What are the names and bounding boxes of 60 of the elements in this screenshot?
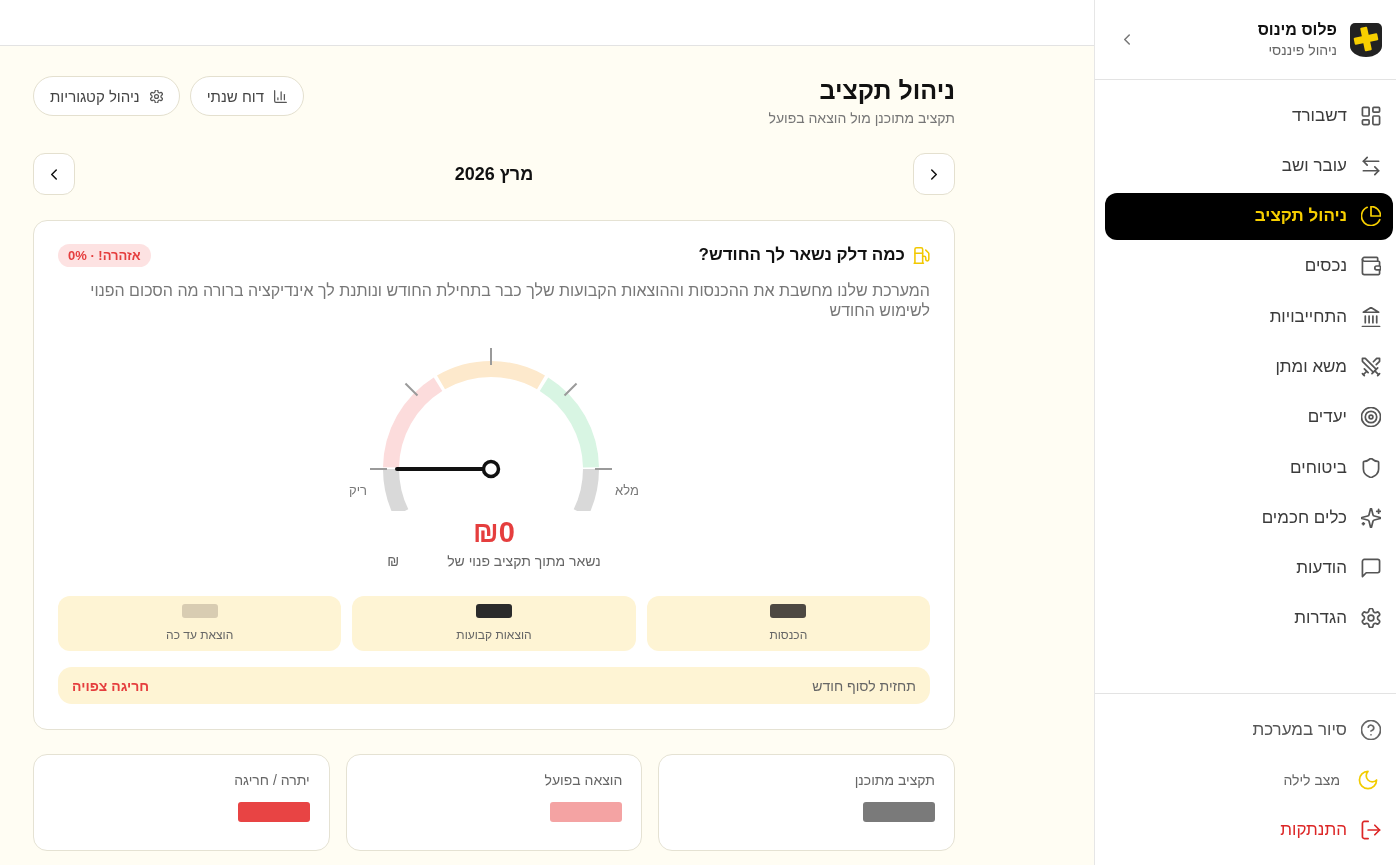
page-title: ניהול תקציב [818, 75, 955, 106]
chat-icon [1361, 558, 1381, 579]
month-label: מרץ 2026 [454, 163, 534, 185]
summary-label: הוצאה בפועל [544, 772, 623, 788]
nav-item[interactable]: כלים חכמים [1105, 494, 1393, 542]
logo-icon [1349, 21, 1383, 58]
stat-label: הכנסות [769, 628, 808, 642]
chevron-left-icon [1124, 34, 1130, 45]
summary-label: יתרה / חריגה [234, 772, 310, 788]
next-month-button[interactable] [33, 153, 75, 195]
forecast-label: תחזית לסוף חודש [812, 677, 916, 694]
pie-chart-icon [1361, 206, 1381, 227]
chevron-right-icon [931, 168, 937, 180]
nav-item[interactable]: עובר ושב [1105, 142, 1393, 190]
currency-sign: ₪ [387, 553, 400, 569]
page-subtitle: תקציב מתוכנן מול הוצאה בפועל [768, 110, 955, 126]
nav-item[interactable]: ניהול תקציב [1105, 192, 1393, 240]
nav-item[interactable]: הגדרות [1105, 594, 1393, 642]
remaining-amount: ₪0 [472, 515, 516, 549]
stat-label: הוצאת עד כה [166, 628, 234, 642]
bank-icon [1361, 306, 1381, 327]
remaining-caption: נשאר מתוך תקציב פנוי של [447, 553, 601, 569]
forecast-value: חריגה צפויה [72, 677, 150, 694]
nav-item[interactable]: נכסים [1105, 242, 1393, 290]
logout-icon [1361, 819, 1381, 840]
grid-icon [1361, 105, 1381, 126]
sparkles-icon [1361, 507, 1381, 528]
wallet-icon [1361, 256, 1381, 277]
target-icon [1361, 407, 1381, 428]
arrows-icon [1361, 155, 1381, 176]
fuel-pump-icon [913, 246, 930, 264]
nav-item[interactable]: ביטוחים [1105, 444, 1393, 492]
bar-chart-icon [274, 89, 287, 103]
header-action-button[interactable]: דוח שנתי [189, 76, 304, 116]
sidebar-footer-item[interactable]: מצב לילה [1105, 756, 1393, 803]
sidebar-footer-item[interactable]: התנתקות [1105, 806, 1393, 853]
nav-item[interactable]: יעדים [1105, 393, 1393, 441]
settings-icon [1361, 608, 1381, 629]
previous-month-button[interactable] [913, 153, 955, 195]
nav-item[interactable]: התחייבויות [1105, 293, 1393, 341]
fuel-card-title: כמה דלק נשאר לך החודש? [698, 245, 905, 265]
header-action-button[interactable]: ניהול קטגוריות [33, 76, 180, 116]
help-icon [1361, 719, 1381, 740]
nav-item[interactable]: הודעות [1105, 544, 1393, 592]
gauge-label: מלא [615, 483, 639, 498]
moon-icon [1358, 769, 1378, 790]
fuel-card-description: המערכת שלנו מחשבת את ההכנסות וההוצאות הקבועות שלך כבר בתחילת החודש ונותנת לך אינדיקציה ברורה מה הסכום הפנוי לשימוש החודש [89, 281, 930, 321]
nav-item[interactable]: משא ומתן [1105, 343, 1393, 391]
settings-icon [149, 89, 163, 103]
gauge-label: ריק [349, 483, 368, 498]
brand-tagline: ניהול פיננסי [1267, 42, 1337, 58]
summary-label: תקציב מתוכנן [854, 772, 935, 788]
nav-item[interactable]: דשבורד [1105, 92, 1393, 139]
warning-badge: אזהרה! · 0% [58, 243, 151, 267]
shield-icon [1361, 457, 1381, 478]
swords-icon [1361, 357, 1381, 377]
brand-name: פלוס מינוס [1256, 21, 1337, 39]
chevron-left-icon [51, 168, 57, 180]
stat-label: הוצאות קבועות [456, 628, 532, 642]
sidebar-footer-item[interactable]: סיור במערכת [1105, 706, 1393, 753]
